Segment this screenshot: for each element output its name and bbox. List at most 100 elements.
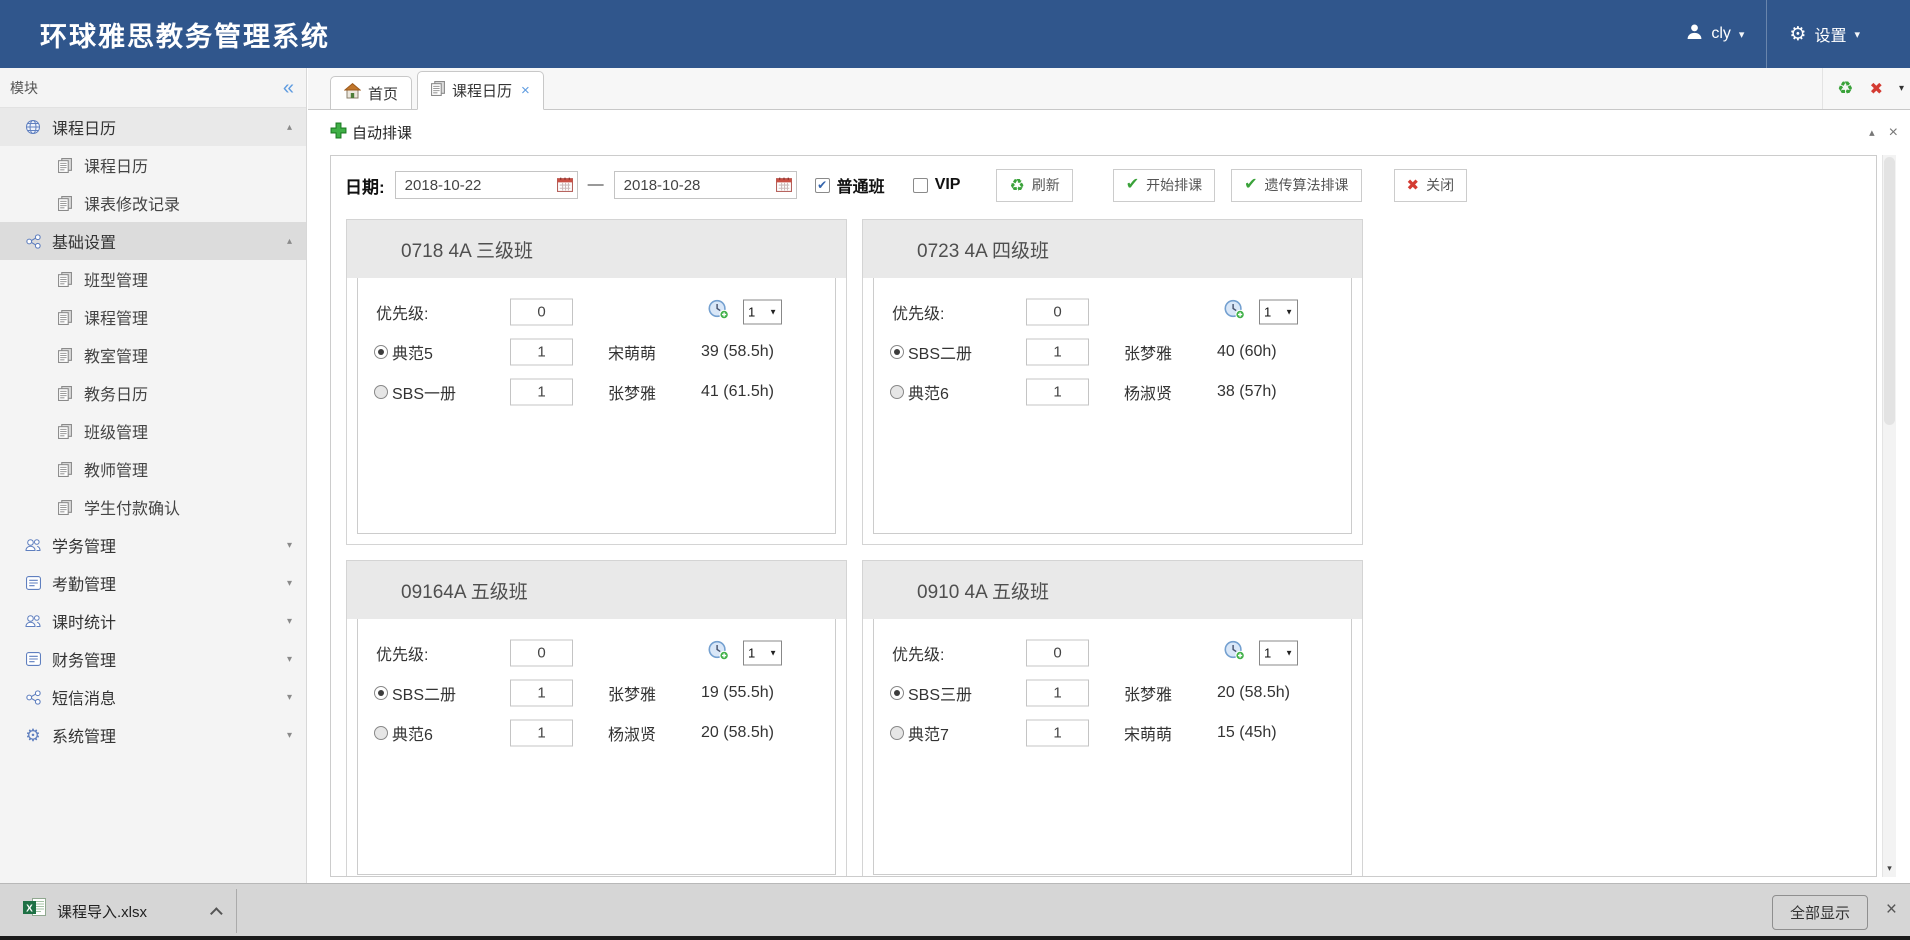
sidebar-item-classroom-mgmt[interactable]: 教室管理 bbox=[0, 336, 306, 374]
slot-select[interactable]: 1▼ bbox=[743, 300, 782, 325]
genetic-scheduling-button[interactable]: ✔ 遗传算法排课 bbox=[1231, 169, 1361, 202]
course-priority-input[interactable] bbox=[510, 379, 573, 406]
slot-select-value: 1 bbox=[748, 646, 755, 661]
sidebar-item-attendance-mgmt[interactable]: 考勤管理▾ bbox=[0, 564, 306, 602]
page: 环球雅思教务管理系统 cly ▾ ⚙ 设置 ▾ 模块 « 课程日历▴课程日历课表… bbox=[0, 0, 1910, 940]
clock-add-icon[interactable] bbox=[1223, 641, 1246, 666]
select-arrow-icon: ▼ bbox=[1285, 308, 1293, 317]
sidebar-item-schedule-calendar[interactable]: 课程日历▴ bbox=[0, 108, 306, 146]
course-radio[interactable] bbox=[374, 385, 388, 399]
caret-up-icon: ▴ bbox=[287, 122, 292, 133]
vertical-scrollbar[interactable]: ▾ bbox=[1882, 155, 1896, 877]
date-from-wrap bbox=[395, 171, 578, 199]
refresh-button[interactable]: ♻ 刷新 bbox=[996, 169, 1072, 202]
teacher-name: 宋萌萌 bbox=[1124, 721, 1172, 745]
slot-select[interactable]: 1▼ bbox=[743, 641, 782, 666]
priority-input[interactable] bbox=[1026, 299, 1089, 326]
sidebar-item-academic-calendar[interactable]: 教务日历 bbox=[0, 374, 306, 412]
tab-course-calendar[interactable]: 课程日历 × bbox=[417, 71, 544, 110]
sidebar-item-finance-mgmt[interactable]: 财务管理▾ bbox=[0, 640, 306, 678]
chevron-down-icon: ▾ bbox=[1854, 28, 1860, 41]
refresh-tab-icon[interactable]: ♻ bbox=[1837, 78, 1853, 99]
sidebar-item-timetable-history[interactable]: 课表修改记录 bbox=[0, 184, 306, 222]
class-card: 0723 4A 四级班优先级:1▼SBS二册张梦雅40 (60h)典范6杨淑贤3… bbox=[862, 219, 1363, 545]
tab-close-icon[interactable]: × bbox=[521, 82, 530, 99]
sidebar-item-course-calendar[interactable]: 课程日历 bbox=[0, 146, 306, 184]
priority-input[interactable] bbox=[510, 299, 573, 326]
teacher-name: 张梦雅 bbox=[1124, 681, 1172, 705]
cards-grid: 0718 4A 三级班优先级:1▼典范5宋萌萌39 (58.5h)SBS一册张梦… bbox=[331, 214, 1876, 876]
date-label: 日期: bbox=[345, 173, 385, 198]
teacher-name: 张梦雅 bbox=[1124, 340, 1172, 364]
date-to-input[interactable] bbox=[614, 171, 797, 199]
user-menu[interactable]: cly ▾ bbox=[1664, 0, 1766, 68]
sidebar-item-class-type-mgmt[interactable]: 班型管理 bbox=[0, 260, 306, 298]
clock-add-icon[interactable] bbox=[707, 641, 730, 666]
sidebar-item-hours-stats[interactable]: 课时统计▾ bbox=[0, 602, 306, 640]
clock-add-icon[interactable] bbox=[1223, 300, 1246, 325]
show-all-button[interactable]: 全部显示 bbox=[1772, 895, 1868, 930]
download-bar: X 课程导入.xlsx 全部显示 × bbox=[0, 883, 1910, 940]
sidebar-item-system-mgmt[interactable]: ⚙系统管理▾ bbox=[0, 716, 306, 754]
top-bar-right: cly ▾ ⚙ 设置 ▾ bbox=[1664, 0, 1882, 68]
course-priority-input[interactable] bbox=[1026, 379, 1089, 406]
sidebar-item-academic-affairs-mgmt[interactable]: 学务管理▾ bbox=[0, 526, 306, 564]
course-radio[interactable] bbox=[374, 686, 388, 700]
slot-select[interactable]: 1▼ bbox=[1259, 641, 1298, 666]
scroll-down-icon[interactable]: ▾ bbox=[1883, 859, 1896, 877]
date-from-input[interactable] bbox=[395, 171, 578, 199]
start-scheduling-button[interactable]: ✔ 开始排课 bbox=[1113, 169, 1215, 202]
course-priority-input[interactable] bbox=[510, 339, 573, 366]
course-radio[interactable] bbox=[890, 345, 904, 359]
course-radio[interactable] bbox=[374, 345, 388, 359]
priority-input[interactable] bbox=[1026, 640, 1089, 667]
panel-tools: ▴ × bbox=[1869, 110, 1898, 155]
course-row: 典范5宋萌萌39 (58.5h) bbox=[358, 332, 835, 372]
normal-class-label: 普通班 bbox=[837, 173, 885, 197]
course-radio[interactable] bbox=[374, 726, 388, 740]
course-radio[interactable] bbox=[890, 385, 904, 399]
collapse-sidebar-icon[interactable]: « bbox=[283, 78, 294, 98]
caret-down-icon: ▾ bbox=[287, 578, 292, 589]
sidebar-item-sms-messages[interactable]: 短信消息▾ bbox=[0, 678, 306, 716]
card-title: 0723 4A 四级班 bbox=[863, 220, 1362, 278]
close-tab-icon[interactable]: ✖ bbox=[1870, 79, 1883, 99]
close-download-bar-icon[interactable]: × bbox=[1886, 900, 1897, 919]
tab-home[interactable]: 首页 bbox=[330, 76, 412, 110]
course-priority-input[interactable] bbox=[510, 680, 573, 707]
excel-file-icon: X bbox=[22, 898, 47, 925]
teacher-name: 杨淑贤 bbox=[1124, 380, 1172, 404]
course-radio[interactable] bbox=[890, 686, 904, 700]
downloaded-file-item[interactable]: X 课程导入.xlsx bbox=[14, 892, 229, 930]
scrollbar-thumb[interactable] bbox=[1884, 157, 1895, 425]
calendar-icon[interactable] bbox=[776, 177, 792, 197]
sidebar-item-course-mgmt[interactable]: 课程管理 bbox=[0, 298, 306, 336]
course-priority-input[interactable] bbox=[1026, 339, 1089, 366]
lesson-hours: 40 (60h) bbox=[1217, 343, 1277, 361]
sidebar-item-student-payment-confirm[interactable]: 学生付款确认 bbox=[0, 488, 306, 526]
tab-overflow-icon[interactable]: ▾ bbox=[1899, 83, 1904, 94]
sidebar-item-teacher-mgmt[interactable]: 教师管理 bbox=[0, 450, 306, 488]
panel-close-icon[interactable]: × bbox=[1889, 124, 1898, 142]
close-button[interactable]: ✖ 关闭 bbox=[1394, 169, 1468, 202]
normal-class-checkbox[interactable] bbox=[815, 178, 830, 193]
doc-icon bbox=[56, 462, 74, 477]
calendar-icon[interactable] bbox=[557, 177, 573, 197]
course-priority-input[interactable] bbox=[1026, 680, 1089, 707]
download-bar-divider bbox=[236, 889, 237, 933]
slot-select[interactable]: 1▼ bbox=[1259, 300, 1298, 325]
nodes-icon bbox=[24, 690, 42, 705]
sidebar-item-basic-settings[interactable]: 基础设置▴ bbox=[0, 222, 306, 260]
settings-menu[interactable]: ⚙ 设置 ▾ bbox=[1767, 0, 1882, 68]
vip-checkbox[interactable] bbox=[913, 178, 928, 193]
doc-icon bbox=[56, 386, 74, 401]
course-priority-input[interactable] bbox=[510, 720, 573, 747]
course-priority-input[interactable] bbox=[1026, 720, 1089, 747]
caret-down-icon: ▾ bbox=[287, 540, 292, 551]
sidebar-item-class-mgmt[interactable]: 班级管理 bbox=[0, 412, 306, 450]
chevron-up-icon[interactable] bbox=[210, 907, 223, 920]
panel-minimize-icon[interactable]: ▴ bbox=[1869, 126, 1875, 139]
course-radio[interactable] bbox=[890, 726, 904, 740]
priority-input[interactable] bbox=[510, 640, 573, 667]
clock-add-icon[interactable] bbox=[707, 300, 730, 325]
